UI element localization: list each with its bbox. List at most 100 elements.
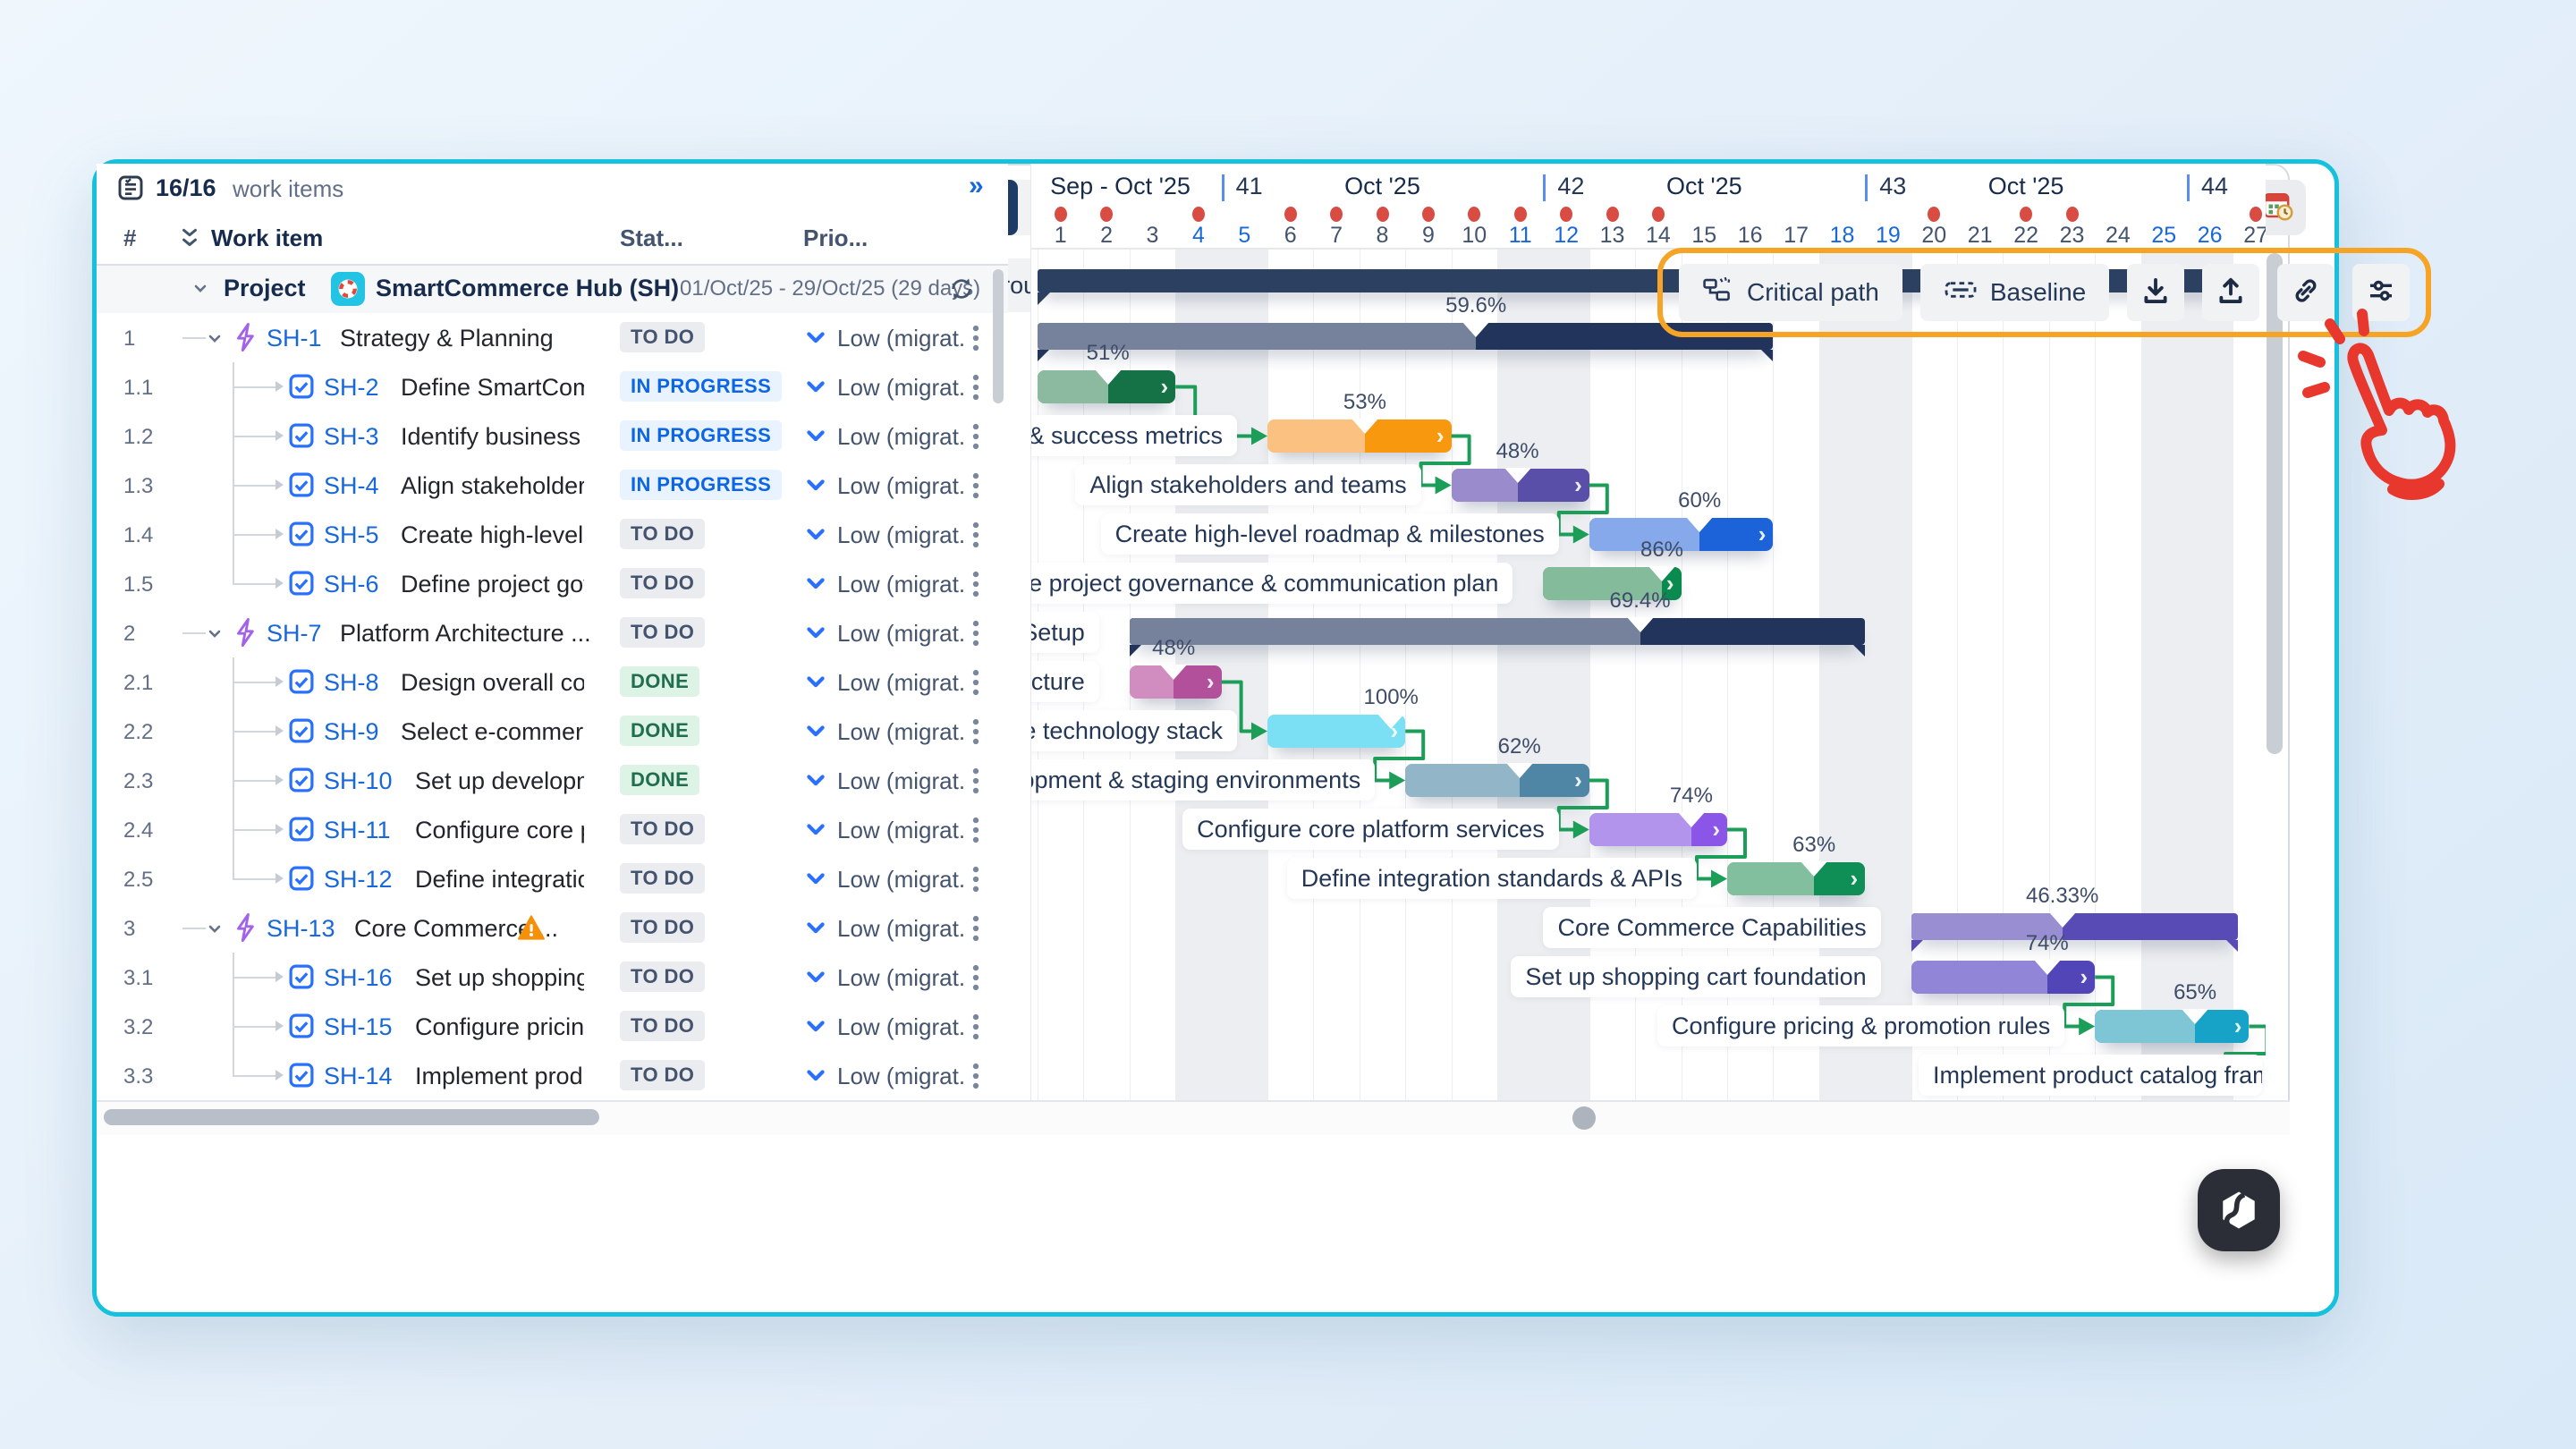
bar-drag-handle[interactable]: › [1758, 521, 1767, 548]
row-menu-icon[interactable] [970, 1012, 982, 1046]
gantt-bar-sh-16[interactable]: › [1911, 961, 2096, 994]
row-menu-icon[interactable] [970, 618, 982, 653]
issue-key[interactable]: SH-15 [324, 1013, 393, 1041]
table-row-sh-3[interactable]: 1.2SH-3Identify business r...IN PROGRESS… [97, 411, 1008, 462]
table-row-sh-12[interactable]: 2.5SH-12Define integration ...TO DOLow (… [97, 854, 1008, 904]
table-row-sh-1[interactable]: 1SH-1Strategy & PlanningTO DOLow (migrat… [97, 313, 1008, 363]
gantt-bar-sh-10[interactable]: › [1405, 764, 1589, 797]
issue-key[interactable]: SH-6 [324, 571, 379, 598]
row-menu-icon[interactable] [970, 716, 982, 751]
sort-icon[interactable] [179, 225, 200, 255]
table-vertical-scrollbar[interactable] [993, 269, 1004, 403]
issue-key[interactable]: SH-4 [324, 472, 379, 500]
issue-key[interactable]: SH-9 [324, 718, 379, 746]
column-header-priority[interactable]: Prio... [803, 225, 868, 252]
bar-drag-handle[interactable]: › [1207, 668, 1215, 696]
issue-key[interactable]: SH-2 [324, 374, 379, 402]
priority-chevron-icon[interactable] [803, 866, 828, 895]
row-menu-icon[interactable] [970, 372, 982, 407]
column-header-num[interactable]: # [123, 225, 136, 252]
row-collapse-icon[interactable] [204, 918, 225, 944]
issue-key[interactable]: SH-11 [324, 817, 391, 844]
row-menu-icon[interactable] [970, 962, 982, 997]
gantt-bar-sh-7[interactable] [1130, 618, 1865, 645]
table-row-sh-7[interactable]: 2SH-7Platform Architecture ...TO DOLow (… [97, 608, 1008, 658]
issue-key[interactable]: SH-14 [324, 1063, 393, 1090]
row-menu-icon[interactable] [970, 815, 982, 850]
table-row-sh-9[interactable]: 2.2SH-9Select e-commerc...DONELow (migra… [97, 707, 1008, 757]
row-menu-icon[interactable] [970, 421, 982, 456]
table-row-sh-5[interactable]: 1.4SH-5Create high-level r...TO DOLow (m… [97, 510, 1008, 560]
row-menu-icon[interactable] [970, 569, 982, 604]
priority-chevron-icon[interactable] [803, 472, 828, 502]
table-row-sh-4[interactable]: 1.3SH-4Align stakeholders ...IN PROGRESS… [97, 461, 1008, 511]
collapse-panel-icon[interactable]: » [969, 171, 984, 201]
table-row-sh-8[interactable]: 2.1SH-8Design overall com...DONELow (mig… [97, 657, 1008, 708]
priority-chevron-icon[interactable] [803, 669, 828, 699]
priority-chevron-icon[interactable] [803, 915, 828, 945]
bar-drag-handle[interactable]: › [1574, 471, 1582, 499]
priority-chevron-icon[interactable] [803, 374, 828, 403]
row-collapse-icon[interactable] [204, 327, 225, 353]
priority-chevron-icon[interactable] [803, 423, 828, 453]
priority-chevron-icon[interactable] [803, 767, 828, 797]
bar-drag-handle[interactable]: › [1574, 767, 1582, 794]
display-settings-button[interactable] [2352, 264, 2410, 321]
table-row-sh-2[interactable]: 1.1SH-2Define SmartCom...IN PROGRESSLow … [97, 362, 1008, 412]
bar-drag-handle[interactable]: › [2080, 963, 2089, 991]
issue-key[interactable]: SH-16 [324, 964, 393, 992]
row-menu-icon[interactable] [970, 766, 982, 801]
row-collapse-icon[interactable] [204, 623, 225, 648]
import-button[interactable] [2202, 264, 2259, 321]
row-menu-icon[interactable] [970, 470, 982, 505]
export-button[interactable] [2127, 264, 2184, 321]
row-menu-icon[interactable] [970, 1061, 982, 1096]
issue-key[interactable]: SH-8 [324, 669, 379, 697]
baseline-button[interactable]: Baseline [1920, 264, 2109, 321]
column-header-status[interactable]: Stat... [620, 225, 683, 252]
issue-key[interactable]: SH-12 [324, 866, 393, 894]
priority-chevron-icon[interactable] [803, 571, 828, 600]
bar-drag-handle[interactable]: › [1712, 816, 1720, 843]
table-row-sh-13[interactable]: 3SH-13Core Commerce ...TO DOLow (migrat.… [97, 903, 1008, 953]
issue-key[interactable]: SH-5 [324, 521, 379, 549]
table-row-sh-11[interactable]: 2.4SH-11Configure core pla...TO DOLow (m… [97, 805, 1008, 855]
bar-drag-handle[interactable]: › [2234, 1013, 2242, 1040]
table-row-sh-16[interactable]: 3.1SH-16Set up shopping c...TO DOLow (mi… [97, 953, 1008, 1003]
project-collapse-icon[interactable] [190, 277, 211, 303]
assistant-button[interactable] [2198, 1169, 2280, 1251]
priority-chevron-icon[interactable] [803, 817, 828, 846]
gantt-bar-sh-12[interactable]: › [1727, 862, 1865, 895]
bar-drag-handle[interactable]: › [1436, 422, 1445, 450]
priority-chevron-icon[interactable] [803, 620, 828, 649]
table-row-sh-6[interactable]: 1.5SH-6Define project gov...TO DOLow (mi… [97, 559, 1008, 609]
gantt-bar-sh-11[interactable]: › [1589, 813, 1727, 846]
table-row-sh-14[interactable]: 3.3SH-14Implement produc...TO DOLow (mig… [97, 1051, 1008, 1101]
issue-key[interactable]: SH-3 [324, 423, 379, 451]
priority-chevron-icon[interactable] [803, 521, 828, 551]
share-link-button[interactable] [2277, 264, 2334, 321]
table-row-sh-10[interactable]: 2.3SH-10Set up developme...DONELow (migr… [97, 756, 1008, 806]
project-sync-icon[interactable] [948, 275, 975, 307]
critical-path-button[interactable]: Critical path [1679, 264, 1902, 321]
issue-key[interactable]: SH-7 [267, 620, 322, 648]
row-menu-icon[interactable] [970, 667, 982, 702]
project-row[interactable]: ProjectSmartCommerce Hub (SH)01/Oct/25 -… [97, 264, 1008, 314]
row-menu-icon[interactable] [970, 913, 982, 948]
priority-chevron-icon[interactable] [803, 1013, 828, 1043]
table-horizontal-scrollbar[interactable] [104, 1109, 599, 1125]
issue-key[interactable]: SH-10 [324, 767, 393, 795]
priority-chevron-icon[interactable] [803, 718, 828, 748]
gantt-bar-sh-15[interactable]: › [2095, 1010, 2249, 1043]
issue-key[interactable]: SH-1 [267, 325, 322, 352]
chart-horizontal-scrollbar[interactable] [1572, 1106, 1596, 1130]
priority-chevron-icon[interactable] [803, 325, 828, 354]
issue-key[interactable]: SH-13 [267, 915, 335, 943]
row-menu-icon[interactable] [970, 864, 982, 899]
row-menu-icon[interactable] [970, 323, 982, 358]
table-row-sh-15[interactable]: 3.2SH-15Configure pricing ...TO DOLow (m… [97, 1002, 1008, 1052]
bar-drag-handle[interactable]: › [1161, 373, 1169, 401]
priority-chevron-icon[interactable] [803, 964, 828, 994]
bar-drag-handle[interactable]: › [1851, 865, 1859, 893]
row-menu-icon[interactable] [970, 520, 982, 555]
